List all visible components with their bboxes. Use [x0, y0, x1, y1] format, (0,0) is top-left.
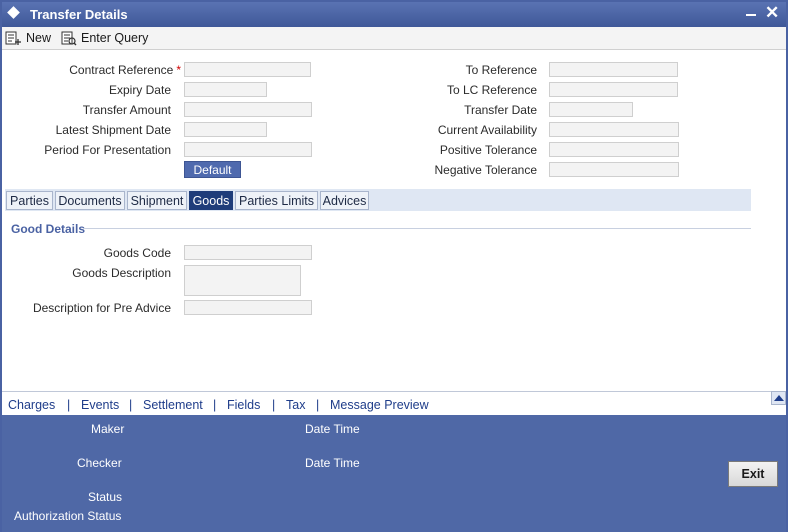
window-diamond-icon: [7, 6, 20, 19]
new-record-icon: [5, 31, 21, 45]
good-details-heading: Good Details: [11, 222, 86, 236]
to-lc-reference-field[interactable]: [549, 82, 678, 97]
toolbar: New Enter Query: [2, 27, 786, 50]
transfer-date-field[interactable]: [549, 102, 633, 117]
subsystem-links-bar: Charges | Events | Settlement | Fields |…: [2, 391, 786, 416]
tab-parties-limits[interactable]: Parties Limits: [235, 191, 318, 210]
arrow-up-icon: [774, 395, 784, 401]
goods-description-textarea[interactable]: [184, 265, 301, 296]
window-title: Transfer Details: [30, 7, 128, 22]
close-icon[interactable]: ✕: [765, 3, 779, 23]
expiry-date-field[interactable]: [184, 82, 267, 97]
transfer-amount-field[interactable]: [184, 102, 312, 117]
link-separator: |: [316, 398, 320, 412]
required-marker: *: [176, 63, 181, 77]
tax-link[interactable]: Tax: [286, 398, 305, 412]
latest-shipment-date-field[interactable]: [184, 122, 267, 137]
transfer-details-window: Transfer Details ✕ New Enter Query Contr…: [0, 0, 788, 532]
authorization-status-label: Authorization Status: [14, 509, 122, 523]
maker-date-time-label: Date Time: [305, 422, 360, 436]
tab-documents[interactable]: Documents: [55, 191, 125, 210]
checker-date-time-label: Date Time: [305, 456, 360, 470]
new-label: New: [26, 31, 52, 45]
minimize-icon[interactable]: [746, 14, 756, 16]
period-for-presentation-label: Period For Presentation: [44, 143, 171, 157]
latest-shipment-date-label: Latest Shipment Date: [55, 123, 171, 137]
events-link[interactable]: Events: [81, 398, 119, 412]
transfer-amount-label: Transfer Amount: [82, 103, 171, 117]
exit-button[interactable]: Exit: [728, 461, 778, 487]
current-availability-field[interactable]: [549, 122, 679, 137]
link-separator: |: [272, 398, 276, 412]
enter-query-label: Enter Query: [81, 31, 149, 45]
contract-reference-field[interactable]: [184, 62, 311, 77]
tab-shipment[interactable]: Shipment: [127, 191, 187, 210]
description-for-pre-advice-label: Description for Pre Advice: [32, 301, 171, 315]
period-for-presentation-field[interactable]: [184, 142, 312, 157]
link-separator: |: [67, 398, 71, 412]
link-separator: |: [129, 398, 133, 412]
collapse-up-button[interactable]: [771, 391, 786, 405]
goods-code-field[interactable]: [184, 245, 312, 260]
maker-label: Maker: [91, 422, 125, 436]
fields-link[interactable]: Fields: [227, 398, 260, 412]
positive-tolerance-label: Positive Tolerance: [439, 143, 537, 157]
to-reference-field[interactable]: [549, 62, 678, 77]
default-button[interactable]: Default: [184, 161, 241, 178]
tab-goods[interactable]: Goods: [189, 191, 233, 210]
new-button[interactable]: New: [5, 29, 51, 47]
to-lc-reference-label: To LC Reference: [446, 83, 537, 97]
charges-link[interactable]: Charges: [8, 398, 55, 412]
section-divider: [84, 228, 751, 229]
expiry-date-label: Expiry Date: [108, 83, 171, 97]
enter-query-button[interactable]: Enter Query: [60, 29, 148, 47]
tab-advices[interactable]: Advices: [320, 191, 369, 210]
goods-code-label: Goods Code: [103, 246, 171, 260]
checker-label: Checker: [77, 456, 122, 470]
negative-tolerance-field[interactable]: [549, 162, 679, 177]
description-for-pre-advice-field[interactable]: [184, 300, 312, 315]
contract-reference-label: Contract Reference *: [69, 63, 181, 77]
to-reference-label: To Reference: [465, 63, 537, 77]
goods-description-label: Goods Description: [72, 266, 171, 280]
query-icon: [61, 31, 77, 45]
settlement-link[interactable]: Settlement: [143, 398, 203, 412]
status-label: Status: [88, 490, 123, 504]
current-availability-label: Current Availability: [437, 123, 537, 137]
title-bar: Transfer Details ✕: [2, 2, 786, 27]
positive-tolerance-field[interactable]: [549, 142, 679, 157]
message-preview-link[interactable]: Message Preview: [330, 398, 429, 412]
transfer-date-label: Transfer Date: [464, 103, 537, 117]
tab-parties[interactable]: Parties: [6, 191, 53, 210]
link-separator: |: [213, 398, 217, 412]
negative-tolerance-label: Negative Tolerance: [434, 163, 537, 177]
